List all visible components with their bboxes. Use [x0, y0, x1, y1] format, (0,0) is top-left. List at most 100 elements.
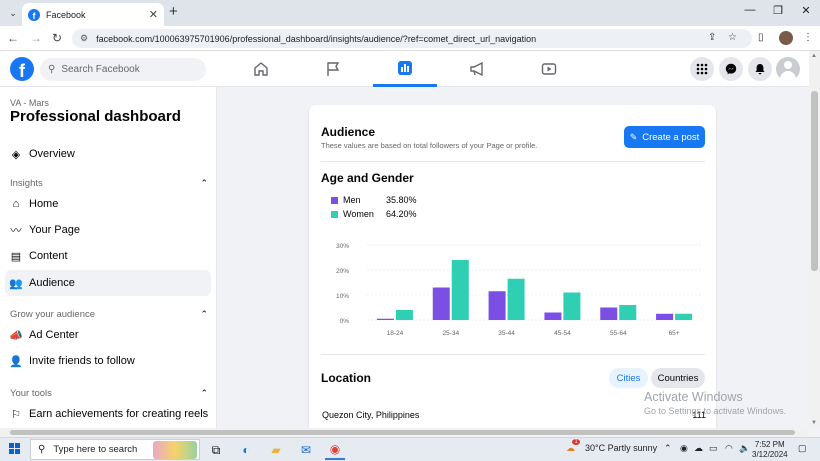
taskbar-search[interactable]: ⚲ Type here to search	[30, 439, 200, 460]
chevron-up-icon: ⌃	[200, 178, 208, 188]
browser-profile-avatar[interactable]	[779, 31, 793, 45]
nav-insights[interactable]	[373, 51, 437, 87]
browser-tab[interactable]: f Facebook ✕	[22, 3, 164, 26]
close-window-button[interactable]: ✕	[799, 4, 813, 17]
sidebar-item-achievements[interactable]: ⚐ Earn achievements for creating reels	[5, 401, 211, 427]
content-icon: ▤	[10, 250, 22, 263]
camera-icon[interactable]: ◉	[680, 443, 688, 454]
volume-icon[interactable]: 🔈	[739, 443, 750, 454]
scroll-up-icon[interactable]: ▲	[811, 53, 817, 59]
age-gender-title: Age and Gender	[321, 171, 414, 185]
new-tab-button[interactable]: +	[169, 4, 178, 20]
notification-center-icon[interactable]: ▢	[798, 443, 807, 454]
main-content: Audience These values are based on total…	[218, 87, 809, 428]
megaphone-icon	[470, 61, 483, 77]
browser-menu-icon[interactable]: ⋮	[803, 32, 813, 43]
legend-label: Men	[343, 195, 361, 205]
insights-section-header[interactable]: Insights ⌃	[10, 178, 208, 189]
nav-ads[interactable]	[445, 51, 509, 87]
notifications-button[interactable]	[748, 57, 772, 81]
chevron-up-icon: ⌃	[200, 388, 208, 398]
x-tick-label: 45-54	[554, 330, 571, 337]
chrome-icon[interactable]: ◉	[325, 440, 345, 460]
megaphone-icon: 📣	[9, 329, 23, 342]
site-info-icon[interactable]: ⚙	[80, 33, 88, 44]
bar-women	[395, 310, 413, 320]
bookmark-star-icon[interactable]: ☆	[728, 32, 737, 43]
trend-icon: 〰	[10, 225, 22, 237]
x-tick-label: 55-64	[610, 330, 627, 337]
vertical-scrollbar[interactable]: ▲ ▼	[809, 51, 820, 428]
onedrive-icon[interactable]: ☁	[694, 443, 703, 454]
grow-section-header[interactable]: Grow your audience ⌃	[10, 309, 208, 320]
y-tick-label: 10%	[336, 293, 349, 300]
reload-icon[interactable]: ↻	[50, 31, 64, 45]
show-hidden-icons-icon[interactable]: ⌃	[664, 443, 672, 454]
tools-section-header[interactable]: Your tools ⌃	[10, 388, 208, 399]
account-avatar[interactable]	[776, 57, 800, 81]
weather-text[interactable]: 30°C Partly sunny	[585, 443, 657, 453]
sidebar-item-home[interactable]: ⌂ Home	[5, 191, 211, 217]
nav-pages[interactable]	[301, 51, 365, 87]
browser-tab-bar: ⌄ f Facebook ✕ + — ❐ ✕	[0, 0, 820, 26]
sidebar-item-label: Content	[29, 250, 68, 262]
address-bar[interactable]: ⚙ facebook.com/100063975701906/professio…	[72, 29, 752, 48]
windows-taskbar: ⚲ Type here to search ⧉ ◐ ▰ ✉ ◉ ☁ 1 30°C…	[0, 437, 820, 461]
sidebar-item-label: Earn achievements for creating reels	[29, 408, 209, 420]
invite-icon: 👤	[9, 355, 23, 368]
maximize-button[interactable]: ❐	[771, 4, 785, 17]
avatar-body-shape	[780, 71, 796, 81]
scroll-down-icon[interactable]: ▼	[811, 420, 817, 426]
weather-badge: 1	[572, 439, 580, 445]
bar-women	[507, 278, 525, 320]
url-text: facebook.com/100063975701906/professiona…	[96, 33, 537, 44]
scrollbar-thumb[interactable]	[811, 91, 818, 271]
sidebar-item-ad-center[interactable]: 📣 Ad Center	[5, 322, 211, 348]
tab-close-icon[interactable]: ✕	[149, 8, 158, 21]
scrollbar-thumb[interactable]	[10, 430, 795, 435]
x-tick-label: 35-44	[498, 330, 515, 337]
bar-men	[376, 318, 394, 320]
minimize-button[interactable]: —	[743, 4, 757, 16]
home-icon: ⌂	[12, 198, 20, 210]
create-post-button[interactable]: ✎ Create a post	[624, 126, 705, 148]
sidebar-item-label: Overview	[29, 148, 75, 160]
messenger-button[interactable]	[719, 57, 743, 81]
sidebar-item-content[interactable]: ▤ Content	[5, 243, 211, 269]
bell-icon	[755, 64, 765, 75]
facebook-logo-icon[interactable]: f	[10, 57, 34, 81]
back-arrow-icon[interactable]: ←	[6, 31, 20, 45]
facebook-search[interactable]: ⚲	[40, 58, 206, 81]
tab-cities[interactable]: Cities	[609, 368, 648, 388]
legend-value: 64.20%	[386, 209, 417, 219]
tab-list-chevron-icon[interactable]: ⌄	[5, 5, 21, 21]
install-app-icon[interactable]: ⇪	[708, 32, 716, 43]
nav-video[interactable]	[517, 51, 581, 87]
tab-countries[interactable]: Countries	[651, 368, 705, 388]
network-icon[interactable]: ▭	[709, 443, 718, 454]
sidebar-item-label: Home	[29, 198, 59, 210]
horizontal-scrollbar[interactable]	[0, 428, 809, 437]
sidebar-item-audience[interactable]: 👥 Audience	[5, 270, 211, 296]
side-panel-icon[interactable]: ▯	[758, 32, 764, 43]
bar-men	[432, 287, 450, 320]
file-explorer-icon[interactable]: ▰	[266, 440, 286, 460]
menu-grid-button[interactable]	[690, 57, 714, 81]
audience-title: Audience	[321, 125, 376, 139]
nav-home[interactable]	[229, 51, 293, 87]
flag-icon	[327, 62, 340, 76]
task-view-icon[interactable]: ⧉	[206, 440, 226, 460]
search-icon: ⚲	[38, 444, 46, 455]
mail-icon[interactable]: ✉	[296, 440, 316, 460]
wifi-icon[interactable]: ◠	[725, 443, 733, 454]
system-clock[interactable]: 7:52 PM 3/12/2024	[752, 440, 788, 460]
sidebar-item-invite-friends[interactable]: 👤 Invite friends to follow	[5, 348, 211, 374]
windows-start-icon[interactable]	[9, 443, 21, 455]
edge-icon[interactable]: ◐	[236, 440, 256, 460]
search-input[interactable]	[61, 64, 192, 75]
forward-arrow-icon[interactable]: →	[29, 31, 43, 45]
insights-icon	[398, 60, 412, 75]
avatar-head-shape	[784, 61, 792, 69]
sidebar-item-your-page[interactable]: 〰 Your Page	[5, 217, 211, 243]
sidebar-item-overview[interactable]: ◈ Overview	[5, 141, 211, 167]
